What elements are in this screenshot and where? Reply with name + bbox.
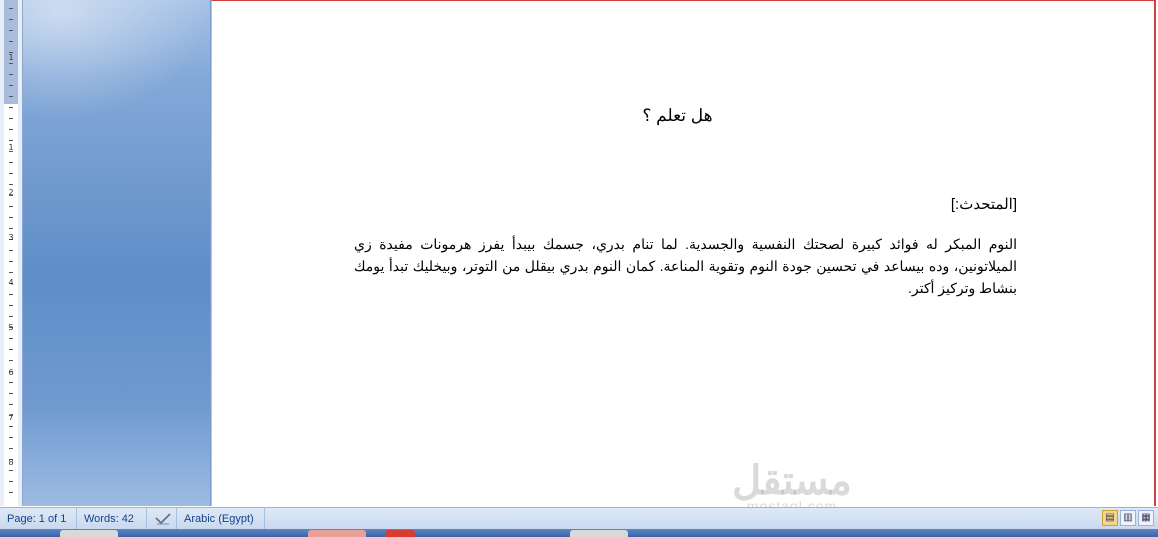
ruler-tick [9,19,13,20]
ruler-tick [9,448,13,449]
ruler-tick [9,492,13,493]
taskbar-item[interactable] [570,530,628,537]
watermark-logo: مستقل [732,459,852,503]
ruler-tick [9,360,13,361]
document-page[interactable]: هل تعلم ؟ [المتحدث:] النوم المبكر له فوا… [211,0,1156,513]
ruler-tick [9,96,13,97]
word-count[interactable]: Words: 42 [77,508,147,530]
ruler-tick [9,294,13,295]
ruler-tick [9,85,13,86]
ruler-tick [9,162,13,163]
status-bar: Page: 1 of 1 Words: 42 Arabic (Egypt) ▤ … [0,507,1158,530]
body-paragraph: النوم المبكر له فوائد كبيرة لصحتك النفسي… [354,236,1017,296]
spelling-check-icon[interactable] [147,508,177,530]
ruler-number: 7 [8,413,14,422]
language-indicator[interactable]: Arabic (Egypt) [177,508,265,530]
ruler-tick [9,305,13,306]
ruler-tick [9,228,13,229]
taskbar [0,529,1158,537]
ruler-tick [9,129,13,130]
ruler-tick [9,481,13,482]
ruler-tick [9,261,13,262]
ruler-tick [9,217,13,218]
web-layout-icon[interactable]: ▦ [1138,510,1154,526]
ruler-tick [9,140,13,141]
ruler-tick [9,184,13,185]
ruler-tick [9,250,13,251]
ruler-tick [9,74,13,75]
ruler-tick [9,437,13,438]
workspace-background [23,0,211,506]
taskbar-item[interactable] [60,530,118,537]
document-heading: هل تعلم ؟ [642,106,713,125]
page-count[interactable]: Page: 1 of 1 [0,508,77,530]
ruler-number: 5 [8,323,14,332]
speaker-label: [المتحدث:] [950,196,1017,213]
ruler-tick [9,41,13,42]
ruler-tick [9,382,13,383]
taskbar-item[interactable] [385,530,415,537]
ruler-number: 1 [8,143,14,152]
ruler-tick [9,206,13,207]
ruler-tick [9,338,13,339]
mostaql-watermark: مستقل mostaql.com [717,459,867,513]
ruler-tick [9,107,13,108]
vertical-ruler[interactable]: 1 1 2 3 4 5 6 7 8 [0,0,23,506]
ruler-tick [9,30,13,31]
ruler-number: 8 [8,458,14,467]
ruler-number: 1 [8,53,14,62]
ruler-number: 4 [8,278,14,287]
ruler-tick [9,470,13,471]
view-buttons: ▤ ▥ ▦ [1102,510,1154,528]
ruler-tick [9,393,13,394]
ruler-tick [9,173,13,174]
ruler-tick [9,272,13,273]
ruler-tick [9,118,13,119]
ruler-tick [9,316,13,317]
ruler-tick [9,404,13,405]
ruler-tick [9,8,13,9]
ruler-number: 2 [8,188,14,197]
full-screen-reading-icon[interactable]: ▥ [1120,510,1136,526]
ruler-number: 3 [8,233,14,242]
ruler-tick [9,63,13,64]
taskbar-item[interactable] [308,530,366,537]
print-layout-icon[interactable]: ▤ [1102,510,1118,526]
ruler-tick [9,349,13,350]
ruler-tick [9,426,13,427]
ruler-number: 6 [8,368,14,377]
